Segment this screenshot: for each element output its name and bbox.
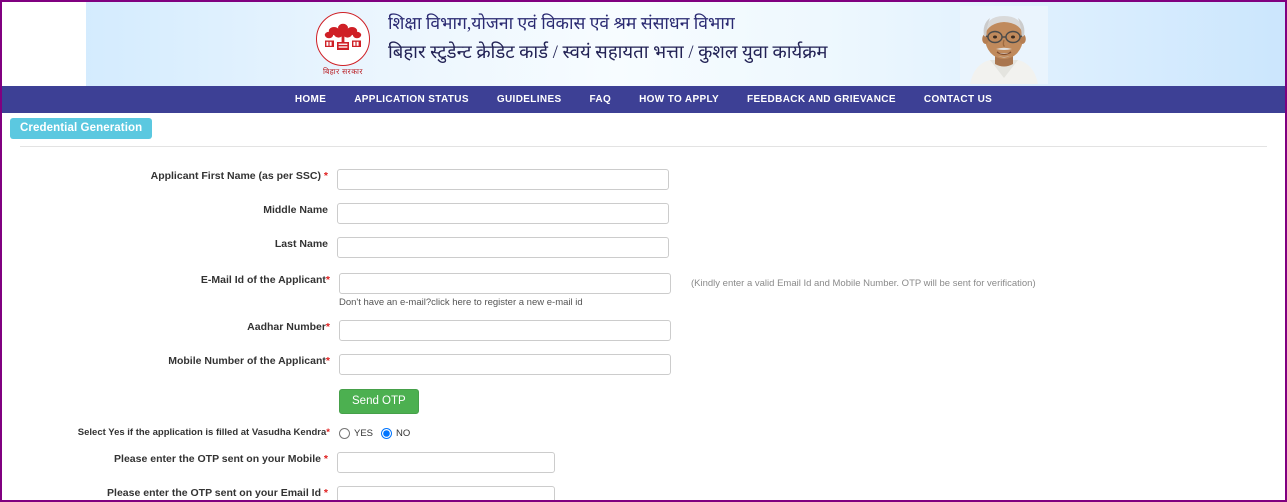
header-title-line-2: बिहार स्टुडेन्ट क्रेडिट कार्ड / स्वयं सह… xyxy=(388,43,828,63)
emblem-circle xyxy=(316,11,370,66)
header-titles: शिक्षा विभाग,योजना एवं विकास एवं श्रम सं… xyxy=(388,8,827,68)
field-row-email: E-Mail Id of the Applicant* Don't have a… xyxy=(2,273,1285,308)
required-marker: * xyxy=(326,427,330,438)
otp-mobile-input[interactable] xyxy=(337,452,555,473)
nav-item-home[interactable]: HOME xyxy=(281,86,340,113)
control-send-otp: Send OTP xyxy=(339,389,1285,414)
label-mobile: Mobile Number of the Applicant* xyxy=(2,354,339,368)
credential-generation-form: Applicant First Name (as per SSC) * Midd… xyxy=(2,147,1285,500)
control-vasudha-kendra: YES NO xyxy=(339,426,1285,439)
required-marker: * xyxy=(323,453,328,465)
label-mobile-text: Mobile Number of the Applicant xyxy=(168,355,326,367)
email-side-note: (Kindly enter a valid Email Id and Mobil… xyxy=(691,278,1036,289)
otp-email-input[interactable] xyxy=(337,486,555,500)
mobile-number-input[interactable] xyxy=(339,354,671,375)
nav-item-application-status[interactable]: APPLICATION STATUS xyxy=(340,86,483,113)
required-marker: * xyxy=(323,170,328,182)
field-row-middle-name: Middle Name xyxy=(2,203,1285,224)
field-row-mobile: Mobile Number of the Applicant* xyxy=(2,354,1285,375)
control-last-name xyxy=(337,237,1285,258)
register-new-email-link[interactable]: Don't have an e-mail?click here to regis… xyxy=(339,297,1285,308)
emblem-glyph xyxy=(324,23,362,50)
tab-credential-generation[interactable]: Credential Generation xyxy=(10,118,153,139)
vasudha-yes-radio[interactable] xyxy=(339,428,350,439)
label-otp-email: Please enter the OTP sent on your Email … xyxy=(2,486,337,500)
required-marker: * xyxy=(325,321,330,333)
field-row-vasudha-kendra: Select Yes if the application is filled … xyxy=(2,426,1285,440)
site-header: बिहार सरकार शिक्षा विभाग,योजना एवं विकास… xyxy=(2,2,1285,86)
control-aadhar xyxy=(339,320,1285,341)
bihar-government-emblem: बिहार सरकार xyxy=(308,6,378,82)
label-otp-mobile-text: Please enter the OTP sent on your Mobile xyxy=(114,453,321,465)
main-navigation: HOME APPLICATION STATUS GUIDELINES FAQ H… xyxy=(2,86,1285,113)
required-marker: * xyxy=(323,487,328,499)
field-row-last-name: Last Name xyxy=(2,237,1285,258)
required-marker: * xyxy=(325,355,330,367)
label-first-name: Applicant First Name (as per SSC) * xyxy=(2,169,337,183)
middle-name-input[interactable] xyxy=(337,203,669,224)
nav-item-guidelines[interactable]: GUIDELINES xyxy=(483,86,576,113)
first-name-input[interactable] xyxy=(337,169,669,190)
vasudha-yes-label[interactable]: YES xyxy=(354,428,373,439)
required-marker: * xyxy=(325,274,330,286)
aadhar-number-input[interactable] xyxy=(339,320,671,341)
vasudha-no-radio[interactable] xyxy=(381,428,393,439)
control-mobile xyxy=(339,354,1285,375)
label-email-text: E-Mail Id of the Applicant xyxy=(200,274,326,286)
page-root: बिहार सरकार शिक्षा विभाग,योजना एवं विकास… xyxy=(0,0,1287,502)
control-otp-email xyxy=(337,486,1285,500)
label-otp-email-text: Please enter the OTP sent on your Email … xyxy=(107,487,321,499)
control-otp-mobile xyxy=(337,452,1285,473)
email-input[interactable] xyxy=(339,273,671,294)
field-row-otp-email: Please enter the OTP sent on your Email … xyxy=(2,486,1285,500)
vasudha-no-label[interactable]: NO xyxy=(396,428,410,439)
last-name-input[interactable] xyxy=(337,237,669,258)
label-vasudha-kendra: Select Yes if the application is filled … xyxy=(2,426,339,440)
label-aadhar: Aadhar Number* xyxy=(2,320,339,334)
label-vasudha-kendra-text: Select Yes if the application is filled … xyxy=(77,427,327,438)
emblem-caption: बिहार सरकार xyxy=(323,66,363,76)
chief-minister-portrait xyxy=(960,6,1048,84)
portrait-image xyxy=(960,6,1048,84)
nav-item-how-to-apply[interactable]: HOW TO APPLY xyxy=(625,86,733,113)
label-aadhar-text: Aadhar Number xyxy=(247,321,326,333)
label-first-name-text: Applicant First Name (as per SSC) xyxy=(150,170,321,182)
label-email: E-Mail Id of the Applicant* xyxy=(2,273,339,287)
field-row-aadhar: Aadhar Number* xyxy=(2,320,1285,341)
nav-item-contact-us[interactable]: CONTACT US xyxy=(910,86,1006,113)
field-row-first-name: Applicant First Name (as per SSC) * xyxy=(2,169,1285,190)
label-last-name: Last Name xyxy=(274,238,328,250)
label-middle-name: Middle Name xyxy=(263,204,328,216)
control-middle-name xyxy=(337,203,1285,224)
nav-item-faq[interactable]: FAQ xyxy=(575,86,625,113)
label-otp-mobile: Please enter the OTP sent on your Mobile… xyxy=(2,452,337,466)
header-left-white-block xyxy=(2,2,86,86)
send-otp-button[interactable]: Send OTP xyxy=(339,389,419,414)
nav-item-feedback-and-grievance[interactable]: FEEDBACK AND GRIEVANCE xyxy=(733,86,910,113)
tab-strip: Credential Generation xyxy=(2,113,1285,141)
field-row-otp-mobile: Please enter the OTP sent on your Mobile… xyxy=(2,452,1285,473)
header-title-line-1: शिक्षा विभाग,योजना एवं विकास एवं श्रम सं… xyxy=(388,13,735,33)
field-row-send-otp: Send OTP xyxy=(2,389,1285,414)
control-first-name xyxy=(337,169,1285,190)
